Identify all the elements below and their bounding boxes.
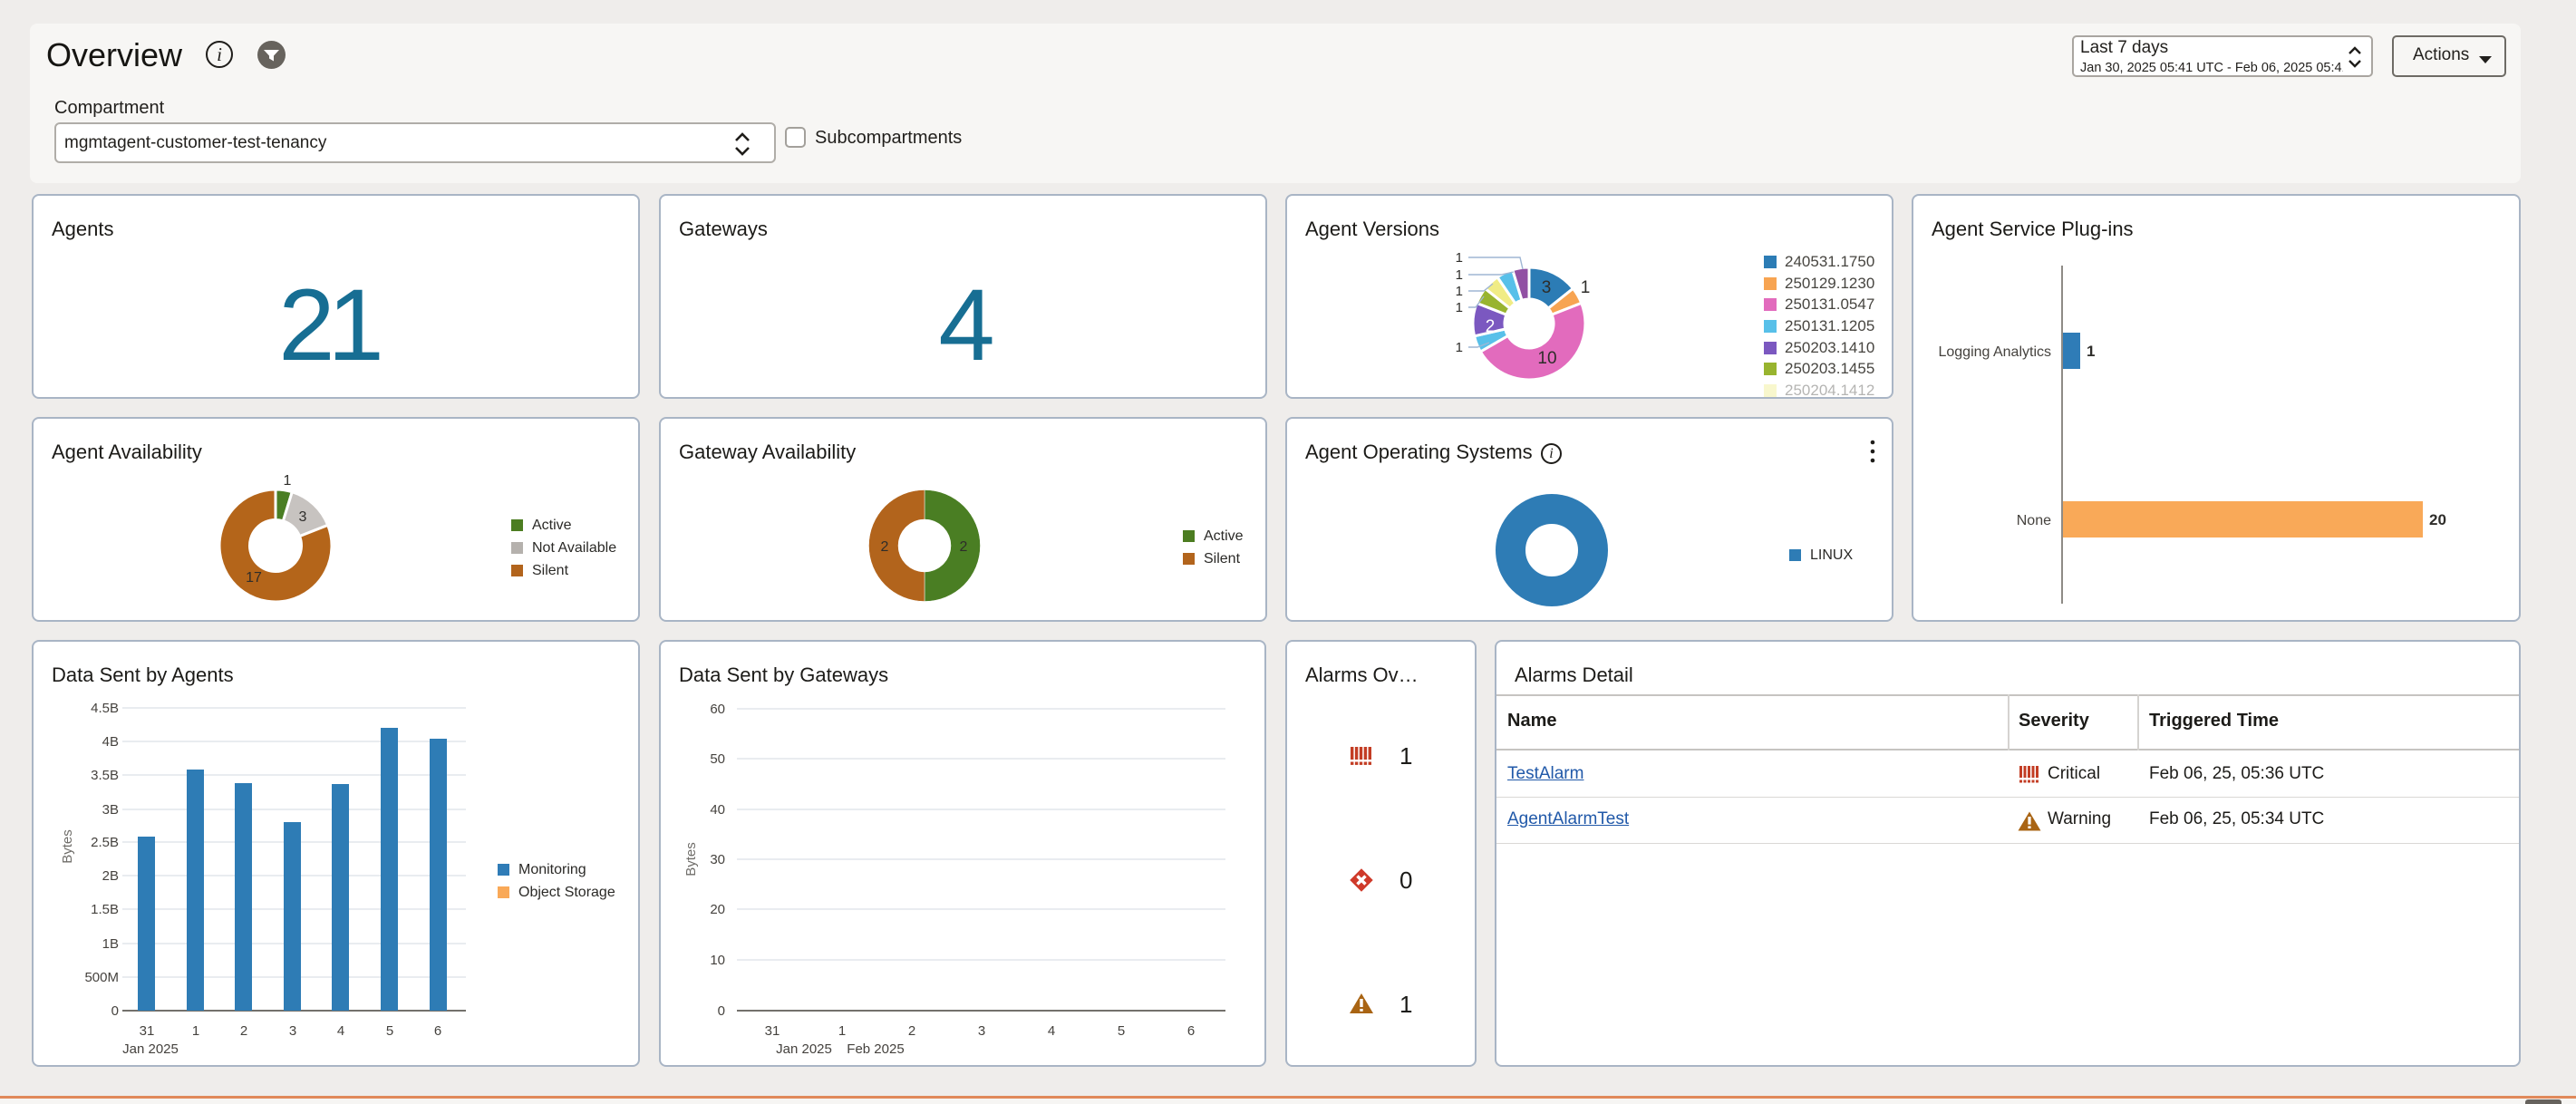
svg-text:1: 1: [838, 1023, 846, 1039]
svg-text:10: 10: [1537, 349, 1556, 368]
svg-text:Logging Analytics: Logging Analytics: [1938, 344, 2051, 360]
svg-text:17: 17: [246, 570, 262, 586]
svg-text:2.5B: 2.5B: [91, 835, 119, 850]
svg-text:0: 0: [1399, 867, 1412, 894]
svg-text:2: 2: [881, 539, 889, 555]
svg-text:50: 50: [710, 751, 725, 767]
svg-text:None: None: [2017, 513, 2051, 528]
svg-text:0: 0: [111, 1003, 119, 1019]
svg-text:20: 20: [710, 902, 725, 917]
svg-text:2: 2: [908, 1023, 915, 1039]
svg-text:6: 6: [434, 1023, 441, 1039]
svg-text:40: 40: [710, 802, 725, 818]
svg-text:0: 0: [718, 1003, 725, 1019]
svg-text:1: 1: [1456, 300, 1463, 315]
svg-text:4B: 4B: [102, 734, 119, 750]
svg-text:1: 1: [1581, 278, 1591, 297]
svg-text:1: 1: [1456, 340, 1463, 355]
svg-text:1: 1: [1399, 742, 1412, 770]
svg-text:6: 6: [1187, 1023, 1195, 1039]
svg-text:1: 1: [1456, 250, 1463, 266]
svg-text:3B: 3B: [102, 802, 119, 818]
svg-text:Bytes: Bytes: [683, 842, 699, 876]
svg-text:Feb 2025: Feb 2025: [847, 1041, 904, 1057]
svg-text:1: 1: [1456, 284, 1463, 299]
svg-text:3: 3: [299, 509, 307, 525]
svg-text:31: 31: [765, 1023, 780, 1039]
svg-text:2: 2: [240, 1023, 247, 1039]
svg-text:1: 1: [1456, 267, 1463, 283]
svg-text:Jan 2025: Jan 2025: [776, 1041, 832, 1057]
svg-text:Bytes: Bytes: [60, 829, 75, 864]
svg-text:3.5B: 3.5B: [91, 768, 119, 783]
svg-text:1: 1: [192, 1023, 199, 1039]
svg-text:3: 3: [1542, 278, 1552, 297]
svg-text:2: 2: [960, 539, 968, 555]
svg-text:2: 2: [1486, 317, 1496, 336]
svg-text:1: 1: [2087, 343, 2095, 360]
svg-text:4: 4: [337, 1023, 344, 1039]
svg-text:5: 5: [386, 1023, 393, 1039]
svg-text:1B: 1B: [102, 936, 119, 952]
svg-text:2B: 2B: [102, 868, 119, 884]
svg-text:Jan 2025: Jan 2025: [122, 1041, 179, 1057]
svg-text:1: 1: [1399, 991, 1412, 1018]
svg-text:31: 31: [140, 1023, 155, 1039]
svg-text:30: 30: [710, 852, 725, 867]
svg-text:4.5B: 4.5B: [91, 701, 119, 716]
svg-text:3: 3: [978, 1023, 985, 1039]
svg-text:500M: 500M: [84, 970, 119, 985]
svg-text:1: 1: [284, 473, 292, 489]
svg-text:60: 60: [710, 702, 725, 717]
svg-text:10: 10: [710, 953, 725, 968]
svg-text:5: 5: [1118, 1023, 1125, 1039]
svg-text:3: 3: [289, 1023, 296, 1039]
svg-text:20: 20: [2429, 511, 2446, 528]
svg-text:4: 4: [1048, 1023, 1055, 1039]
svg-text:1.5B: 1.5B: [91, 902, 119, 917]
